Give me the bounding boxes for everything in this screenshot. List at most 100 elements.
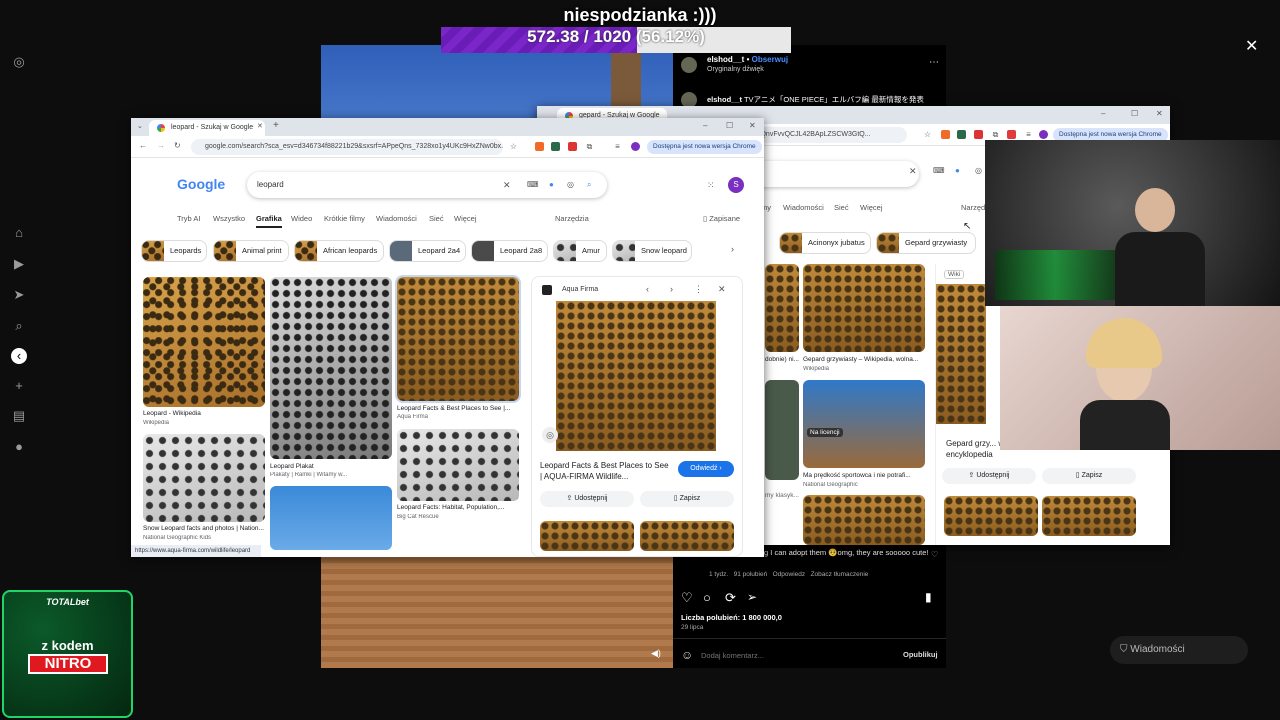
comment-input[interactable] (701, 648, 891, 662)
mic-icon[interactable]: ● (549, 180, 554, 189)
maximize-icon[interactable]: ☐ (726, 121, 733, 130)
image-result[interactable] (270, 486, 392, 550)
downloads-icon[interactable]: ≡ (1024, 130, 1033, 139)
site-badge[interactable]: Wiki (944, 270, 965, 279)
add-icon[interactable]: + (11, 378, 27, 394)
chip[interactable]: Acinonyx jubatus (779, 232, 871, 254)
clear-icon[interactable]: ✕ (909, 166, 917, 177)
more-options-icon[interactable]: ⋮ (694, 284, 703, 295)
visit-button[interactable]: Odwiedź › (678, 461, 734, 477)
clear-icon[interactable]: ✕ (503, 180, 511, 191)
tools-button[interactable]: Narzędzia (555, 214, 589, 223)
preview-image[interactable] (936, 284, 986, 424)
extension-icon[interactable] (535, 142, 544, 151)
audio-label[interactable]: Oryginalny dźwięk (707, 66, 764, 73)
profile-avatar-icon[interactable] (1039, 130, 1048, 139)
likes-count[interactable]: Liczba polubień: 1 800 000,0 (681, 613, 782, 622)
image-result[interactable] (803, 380, 925, 468)
star-icon[interactable]: ☆ (923, 130, 932, 139)
chip-african-leopards[interactable]: African leopards (294, 240, 384, 262)
chip-amur[interactable]: Amur (553, 240, 607, 262)
close-preview-icon[interactable]: ✕ (718, 284, 726, 295)
image-result-selected[interactable] (395, 275, 521, 403)
image-result[interactable] (765, 380, 799, 480)
puzzle-icon[interactable]: ⧉ (991, 130, 1000, 139)
downloads-icon[interactable]: ≡ (613, 142, 622, 151)
tab-more[interactable]: Więcej (860, 203, 883, 212)
window-close-icon[interactable]: ✕ (1156, 109, 1163, 118)
save-button[interactable]: ▯ Zapisz (1042, 468, 1136, 484)
search-input[interactable] (749, 161, 919, 187)
minimize-icon[interactable]: – (1101, 109, 1105, 118)
share-button[interactable]: ⇪ Udostępnij (540, 491, 634, 507)
tab-web[interactable]: Sieć (429, 214, 444, 223)
close-icon[interactable]: ✕ (1245, 39, 1259, 55)
browser-tab[interactable]: leopard - Szukaj w Google (149, 120, 265, 136)
share-icon[interactable]: ➢ (747, 590, 757, 604)
tab-search-icon[interactable]: ⌄ (137, 122, 143, 130)
result-caption[interactable]: Leopard - Wikipedia (143, 410, 265, 417)
keyboard-icon[interactable]: ⌨ (527, 180, 539, 189)
related-image[interactable] (640, 521, 734, 551)
extension-icon[interactable] (568, 142, 577, 151)
instagram-logo-icon[interactable]: ◎ (11, 54, 27, 70)
result-caption[interactable]: Ma prędkość sportowca i nie potrafi... (803, 472, 925, 479)
chips-next-icon[interactable]: › (731, 244, 734, 254)
like-icon[interactable]: ♡ (681, 590, 693, 606)
image-result[interactable] (270, 277, 392, 459)
comment-like-icon[interactable]: ♡ (931, 550, 938, 559)
username[interactable]: elshod__t (707, 55, 744, 64)
caption-username[interactable]: elshod__t (707, 95, 742, 104)
url-field[interactable]: google.com/search?sca_esv=d346734f88221b… (191, 139, 503, 155)
messages-button[interactable]: ⛉ Wiadomości (1110, 636, 1248, 664)
minimize-icon[interactable]: – (703, 121, 707, 130)
new-tab-icon[interactable]: + (273, 120, 279, 131)
result-caption[interactable]: Leopard Facts: Habitat, Population,... (397, 504, 519, 511)
search-icon[interactable]: ⌕ (587, 180, 591, 190)
related-image[interactable] (540, 521, 634, 551)
reload-icon[interactable]: ↻ (174, 141, 181, 150)
preview-image[interactable] (556, 301, 716, 451)
image-result[interactable] (397, 429, 519, 501)
apps-grid-icon[interactable]: ⁙ (707, 180, 715, 191)
image-result[interactable] (765, 264, 799, 352)
chip-snow-leopard[interactable]: Snow leopard (612, 240, 692, 262)
more-icon[interactable]: ⋯ (929, 57, 939, 68)
stats-icon[interactable]: ▤ (11, 408, 27, 424)
tab-images[interactable]: Grafika (256, 214, 282, 228)
extension-icon[interactable] (941, 130, 950, 139)
avatar[interactable] (681, 57, 697, 73)
chip-leopard-2a8[interactable]: Leopard 2a8 (471, 240, 548, 262)
related-image[interactable] (944, 496, 1038, 536)
image-result[interactable] (143, 434, 265, 522)
result-caption[interactable]: Leopard Plakat (270, 463, 392, 470)
mute-icon[interactable]: ◀) (651, 648, 661, 659)
star-icon[interactable]: ☆ (509, 142, 518, 151)
bookmark-icon[interactable]: ▮ (925, 590, 932, 604)
next-icon[interactable]: › (670, 284, 673, 294)
tab-close-icon[interactable]: ✕ (257, 122, 263, 130)
send-icon[interactable]: ➤ (11, 287, 27, 303)
repost-icon[interactable]: ⟳ (725, 590, 736, 606)
result-caption[interactable]: Leopard Facts & Best Places to See |... (397, 405, 519, 412)
reply-link[interactable]: Odpowiedz (773, 571, 806, 578)
extension-icon[interactable] (551, 142, 560, 151)
preview-site[interactable]: Aqua Firma (562, 286, 598, 293)
image-result[interactable] (803, 495, 925, 545)
image-result[interactable] (803, 264, 925, 352)
tab-ai-mode[interactable]: Tryb AI (177, 214, 200, 223)
save-button[interactable]: ▯ Zapisz (640, 491, 734, 507)
chip-animal-print[interactable]: Animal print (213, 240, 289, 262)
related-image[interactable] (1042, 496, 1136, 536)
account-avatar[interactable]: S (728, 177, 744, 193)
forward-icon[interactable]: → (157, 141, 165, 150)
lens-icon[interactable]: ◎ (975, 166, 982, 175)
share-button[interactable]: ⇪ Udostępnij (942, 468, 1036, 484)
lens-icon[interactable]: ◎ (567, 180, 574, 189)
chip-leopards[interactable]: Leopards (141, 240, 207, 262)
lens-search-icon[interactable]: ◎ (542, 427, 558, 443)
home-icon[interactable]: ⌂ (11, 225, 27, 241)
extension-icon[interactable] (1007, 130, 1016, 139)
tab-more[interactable]: Więcej (454, 214, 477, 223)
tab-web[interactable]: Sieć (834, 203, 849, 212)
